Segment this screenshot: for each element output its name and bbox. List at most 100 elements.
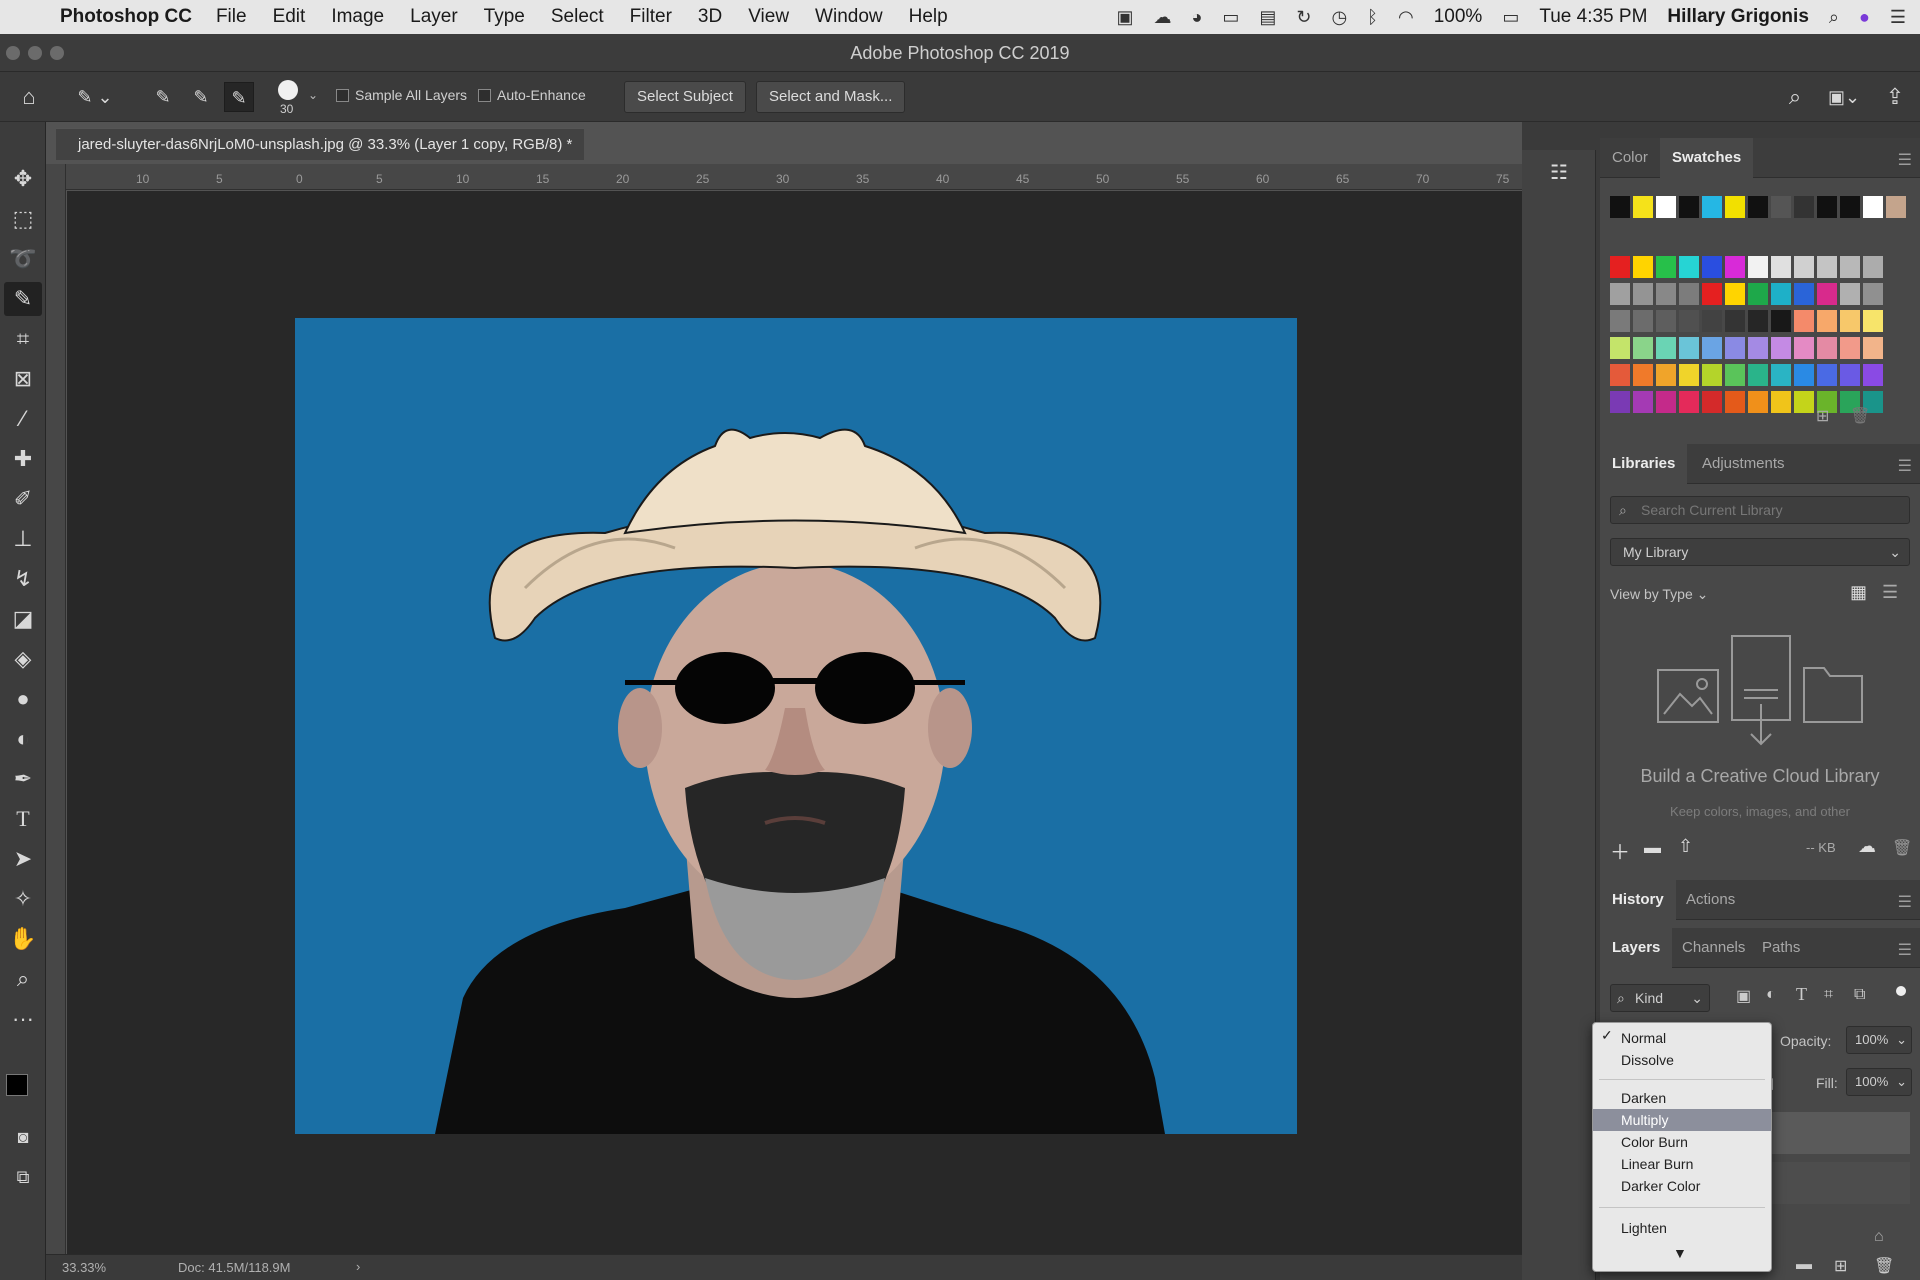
wifi-icon[interactable]: ◠ <box>1398 7 1414 28</box>
properties-panel-icon[interactable]: ☷ <box>1546 160 1572 186</box>
swatch[interactable] <box>1817 256 1837 278</box>
swatch[interactable] <box>1748 196 1768 218</box>
add-element-icon[interactable]: ＋ <box>1610 836 1630 865</box>
search-icon[interactable]: ⌕ <box>1780 82 1810 112</box>
notification-center-icon[interactable]: ☰ <box>1890 7 1906 28</box>
swatch[interactable] <box>1840 364 1860 386</box>
blur-tool-icon[interactable]: ● <box>4 682 42 716</box>
swatch[interactable] <box>1863 310 1883 332</box>
swatch[interactable] <box>1794 364 1814 386</box>
swatch[interactable] <box>1886 196 1906 218</box>
swatch[interactable] <box>1656 391 1676 413</box>
swatch[interactable] <box>1725 391 1745 413</box>
select-and-mask-button[interactable]: Select and Mask... <box>756 81 906 113</box>
swatch[interactable] <box>1840 283 1860 305</box>
vertical-ruler[interactable] <box>46 164 66 1254</box>
battery-percent[interactable]: 100% <box>1434 6 1483 28</box>
filter-smart-object-icon[interactable]: ⧉ <box>1854 986 1865 1004</box>
edit-toolbar-icon[interactable]: ··· <box>4 1002 42 1036</box>
swatch[interactable] <box>1679 364 1699 386</box>
time-machine-icon[interactable]: ◷ <box>1331 7 1347 28</box>
swatch[interactable] <box>1771 391 1791 413</box>
filter-type-icon[interactable]: T <box>1796 984 1807 1005</box>
swatch[interactable] <box>1771 310 1791 332</box>
swatch[interactable] <box>1817 196 1837 218</box>
eyedropper-tool-icon[interactable]: ⁄ <box>4 402 42 436</box>
hd-icon[interactable]: ▤ <box>1259 7 1276 28</box>
layers-menu-icon[interactable]: ☰ <box>1898 940 1912 960</box>
swatch[interactable] <box>1771 283 1791 305</box>
library-search-input[interactable]: ⌕ Search Current Library <box>1610 496 1910 524</box>
swatch[interactable] <box>1679 256 1699 278</box>
doc-size[interactable]: Doc: 41.5M/118.9M <box>178 1260 290 1275</box>
menu-select[interactable]: Select <box>551 6 604 28</box>
swatch[interactable] <box>1794 391 1814 413</box>
checkbox-box[interactable] <box>478 88 491 102</box>
siri-icon[interactable]: ● <box>1859 7 1870 28</box>
clone-stamp-tool-icon[interactable]: ⊥ <box>4 522 42 556</box>
swatch[interactable] <box>1725 310 1745 332</box>
creative-cloud-icon[interactable]: ☁ <box>1153 7 1171 28</box>
pen-tool-icon[interactable]: ✒ <box>4 762 42 796</box>
swatch[interactable] <box>1679 310 1699 332</box>
swatch[interactable] <box>1656 364 1676 386</box>
menu-layer[interactable]: Layer <box>410 6 458 28</box>
menu-help[interactable]: Help <box>909 6 948 28</box>
swatch[interactable] <box>1702 364 1722 386</box>
history-menu-icon[interactable]: ☰ <box>1898 892 1912 912</box>
quick-selection-tool-icon[interactable]: ✎ <box>4 282 42 316</box>
layer-row-selected[interactable] <box>1770 1112 1910 1154</box>
delete-swatch-icon[interactable]: 🗑 <box>1850 406 1870 426</box>
swatch[interactable] <box>1702 310 1722 332</box>
swatch[interactable] <box>1794 337 1814 359</box>
dodge-tool-icon[interactable]: ◐ <box>4 722 42 756</box>
tab-adjustments[interactable]: Adjustments <box>1690 444 1797 484</box>
frame-tool-icon[interactable]: ⊠ <box>4 362 42 396</box>
swatch[interactable] <box>1610 196 1630 218</box>
swatch[interactable] <box>1771 256 1791 278</box>
menu-app-name[interactable]: Photoshop CC <box>60 6 192 28</box>
list-view-icon[interactable]: ☰ <box>1882 582 1898 603</box>
swatch[interactable] <box>1656 196 1676 218</box>
user-name[interactable]: Hillary Grigonis <box>1667 6 1808 28</box>
blend-option-linear-burn[interactable]: Linear Burn <box>1593 1153 1771 1175</box>
swatch[interactable] <box>1748 337 1768 359</box>
menu-edit[interactable]: Edit <box>273 6 306 28</box>
swatch[interactable] <box>1656 283 1676 305</box>
folder-icon[interactable]: ▬ <box>1644 838 1661 858</box>
swatch[interactable] <box>1633 391 1653 413</box>
swatch[interactable] <box>1748 310 1768 332</box>
tab-history[interactable]: History <box>1600 880 1676 920</box>
share-icon[interactable]: ⇪ <box>1880 82 1910 112</box>
hand-tool-icon[interactable]: ✋ <box>4 922 42 956</box>
blend-mode-dropdown[interactable]: ✓ Normal Dissolve Darken Multiply Color … <box>1592 1022 1772 1272</box>
swatch[interactable] <box>1748 283 1768 305</box>
horizontal-ruler[interactable]: 10 5 0 5 10 15 20 25 30 35 40 45 50 55 60 65 70 75 <box>66 164 1522 190</box>
swatch[interactable] <box>1656 256 1676 278</box>
blend-option-multiply[interactable]: Multiply <box>1593 1109 1771 1131</box>
swatch[interactable] <box>1633 310 1653 332</box>
blend-option-darker-color[interactable]: Darker Color <box>1593 1175 1771 1197</box>
menu-filter[interactable]: Filter <box>630 6 672 28</box>
auto-enhance-checkbox[interactable]: Auto-Enhance <box>478 87 586 103</box>
lasso-tool-icon[interactable]: ➰ <box>4 242 42 276</box>
swatch[interactable] <box>1863 196 1883 218</box>
swatch[interactable] <box>1840 256 1860 278</box>
filter-pixel-icon[interactable]: ▣ <box>1736 986 1751 1006</box>
swatch[interactable] <box>1748 256 1768 278</box>
screen-record-icon[interactable]: ▣ <box>1116 7 1133 28</box>
status-chevron-icon[interactable]: › <box>356 1259 360 1274</box>
swatch[interactable] <box>1633 364 1653 386</box>
swatch[interactable] <box>1840 310 1860 332</box>
history-brush-tool-icon[interactable]: ↯ <box>4 562 42 596</box>
document-tab[interactable]: jared-sluyter-das6NrjLoM0-unsplash.jpg @… <box>56 128 585 160</box>
add-to-selection-icon[interactable]: ✎ <box>186 82 216 112</box>
swatch[interactable] <box>1771 337 1791 359</box>
opacity-input[interactable]: 100% ⌄ <box>1846 1026 1912 1054</box>
custom-shape-tool-icon[interactable]: ✧ <box>4 882 42 916</box>
blend-option-dissolve[interactable]: Dissolve <box>1593 1049 1771 1071</box>
fill-input[interactable]: 100% ⌄ <box>1846 1068 1912 1096</box>
swatch[interactable] <box>1725 283 1745 305</box>
menu-3d[interactable]: 3D <box>698 6 722 28</box>
bluetooth-icon[interactable]: ᛒ <box>1367 7 1378 28</box>
